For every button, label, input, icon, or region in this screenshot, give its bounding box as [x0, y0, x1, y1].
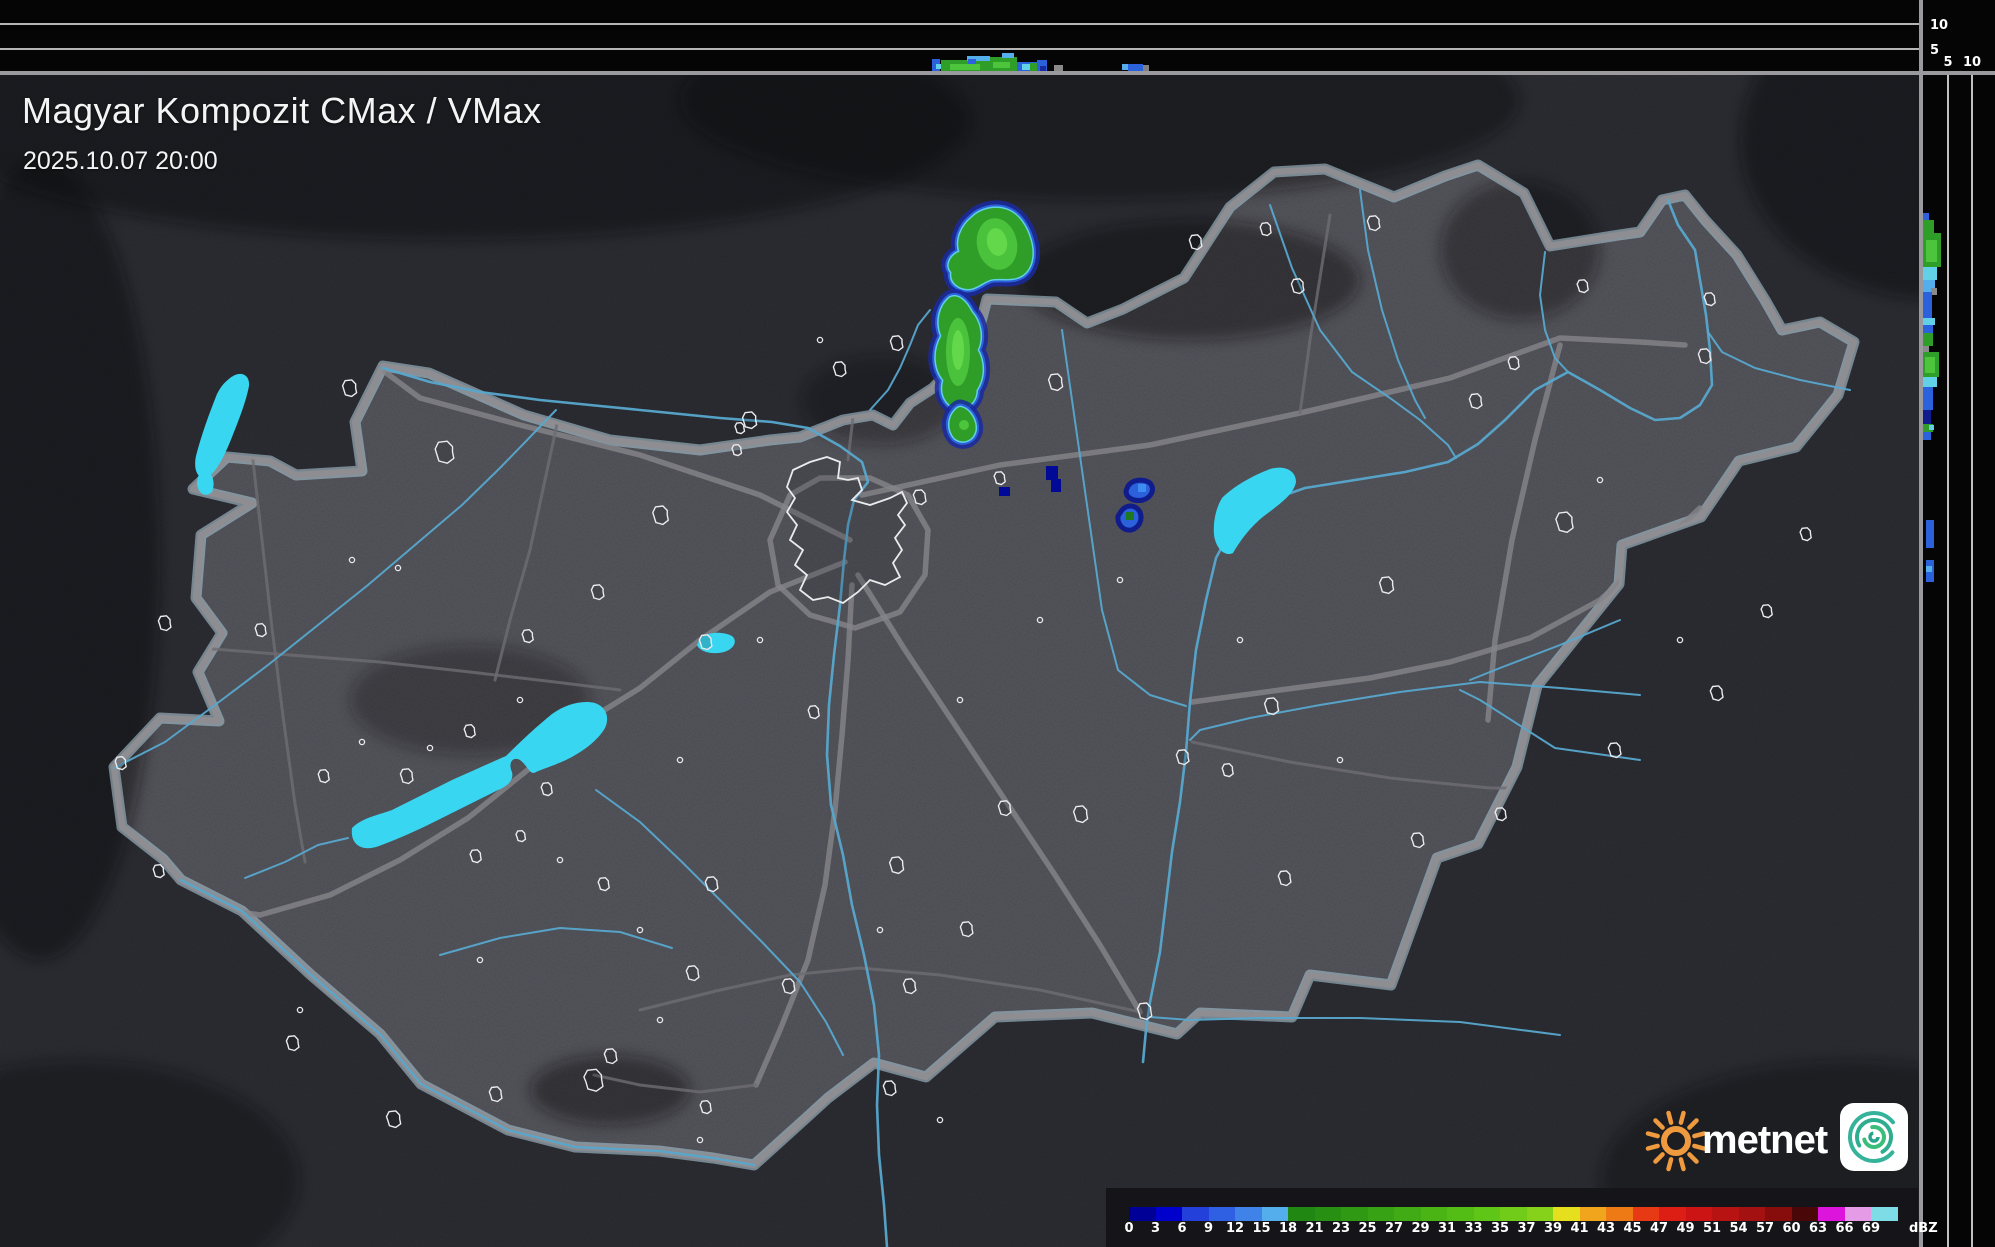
legend-tick-label: 12	[1226, 1221, 1244, 1236]
legend-tick-label: 15	[1252, 1221, 1270, 1236]
legend-swatch	[1792, 1207, 1819, 1221]
legend-unit: dBZ	[1909, 1221, 1938, 1236]
legend-swatch	[1527, 1207, 1554, 1221]
legend-swatch	[1633, 1207, 1660, 1221]
legend-swatch	[1606, 1207, 1633, 1221]
legend-tick-label: 39	[1544, 1221, 1562, 1236]
legend-swatch	[1421, 1207, 1448, 1221]
top-axis-5km-label: 5	[1930, 43, 1939, 58]
legend-tick-label: 25	[1358, 1221, 1376, 1236]
top-projection-panel	[0, 0, 1921, 72]
legend-swatch	[1739, 1207, 1766, 1221]
legend-tick-label: 47	[1650, 1221, 1668, 1236]
legend-swatch	[1712, 1207, 1739, 1221]
legend-swatch	[1394, 1207, 1421, 1221]
legend-swatch	[1553, 1207, 1580, 1221]
legend-tick-label: 9	[1204, 1221, 1213, 1236]
legend-tick-label: 60	[1782, 1221, 1800, 1236]
legend-tick-label: 57	[1756, 1221, 1774, 1236]
corner-bg	[1923, 0, 1995, 72]
legend-tick-label: 3	[1151, 1221, 1160, 1236]
legend-swatch	[1262, 1207, 1289, 1221]
legend-tick-label: 43	[1597, 1221, 1615, 1236]
metnet-app-icon	[1840, 1103, 1908, 1171]
legend-tick-label: 31	[1438, 1221, 1456, 1236]
radar-app: 10 5 5 10 Magyar Kompozit CMax / VMax 20…	[0, 0, 1995, 1247]
legend-swatch	[1845, 1207, 1872, 1221]
legend-tick-label: 41	[1570, 1221, 1588, 1236]
logo-text: metnet	[1702, 1118, 1827, 1163]
legend-swatch	[1156, 1207, 1183, 1221]
corner-axis-box: 10 5 5 10	[1923, 0, 1995, 72]
legend-swatch	[1765, 1207, 1792, 1221]
legend-swatch	[1871, 1207, 1898, 1221]
legend-swatch	[1315, 1207, 1342, 1221]
timestamp: 2025.10.07 20:00	[23, 147, 218, 176]
legend-tick-label: 69	[1862, 1221, 1880, 1236]
sun-icon	[1648, 1113, 1704, 1169]
legend-tick-label: 23	[1332, 1221, 1350, 1236]
legend-swatch	[1580, 1207, 1607, 1221]
legend-tick-label: 21	[1305, 1221, 1323, 1236]
dbz-legend: 0369121518212325272931333537394143454749…	[1106, 1188, 1918, 1247]
legend-tick-label: 18	[1279, 1221, 1297, 1236]
legend-tick-label: 45	[1623, 1221, 1641, 1236]
page-title: Magyar Kompozit CMax / VMax	[22, 90, 542, 132]
legend-swatch	[1659, 1207, 1686, 1221]
legend-tick-label: 49	[1676, 1221, 1694, 1236]
legend-tick-label: 35	[1491, 1221, 1509, 1236]
legend-tick-label: 37	[1517, 1221, 1535, 1236]
legend-tick-label: 63	[1809, 1221, 1827, 1236]
legend-tick-label: 6	[1177, 1221, 1186, 1236]
legend-tick-label: 0	[1124, 1221, 1133, 1236]
legend-tick-label: 66	[1835, 1221, 1853, 1236]
legend-tick-label: 33	[1464, 1221, 1482, 1236]
right-axis-10km-label: 10	[1963, 55, 1981, 70]
legend-swatch	[1209, 1207, 1236, 1221]
legend-tick-label: 29	[1411, 1221, 1429, 1236]
metnet-logo: metnet	[1636, 1100, 1916, 1184]
legend-swatch	[1341, 1207, 1368, 1221]
legend-tick-label: 51	[1703, 1221, 1721, 1236]
top-axis-10km-label: 10	[1930, 18, 1948, 33]
legend-swatch	[1474, 1207, 1501, 1221]
legend-tick-label: 54	[1729, 1221, 1747, 1236]
right-axis-5km-label: 5	[1943, 55, 1952, 70]
legend-swatch	[1129, 1207, 1156, 1221]
map-canvas: 10 5 5 10	[0, 0, 1995, 1247]
legend-swatch	[1818, 1207, 1845, 1221]
legend-swatches	[1129, 1207, 1898, 1221]
legend-swatch	[1235, 1207, 1262, 1221]
right-projection-panel	[1923, 72, 1995, 1247]
legend-swatch	[1288, 1207, 1315, 1221]
legend-swatch	[1447, 1207, 1474, 1221]
legend-swatch	[1686, 1207, 1713, 1221]
map-area	[0, 0, 1995, 1247]
legend-tick-label: 27	[1385, 1221, 1403, 1236]
legend-swatch	[1182, 1207, 1209, 1221]
legend-swatch	[1500, 1207, 1527, 1221]
legend-swatch	[1368, 1207, 1395, 1221]
